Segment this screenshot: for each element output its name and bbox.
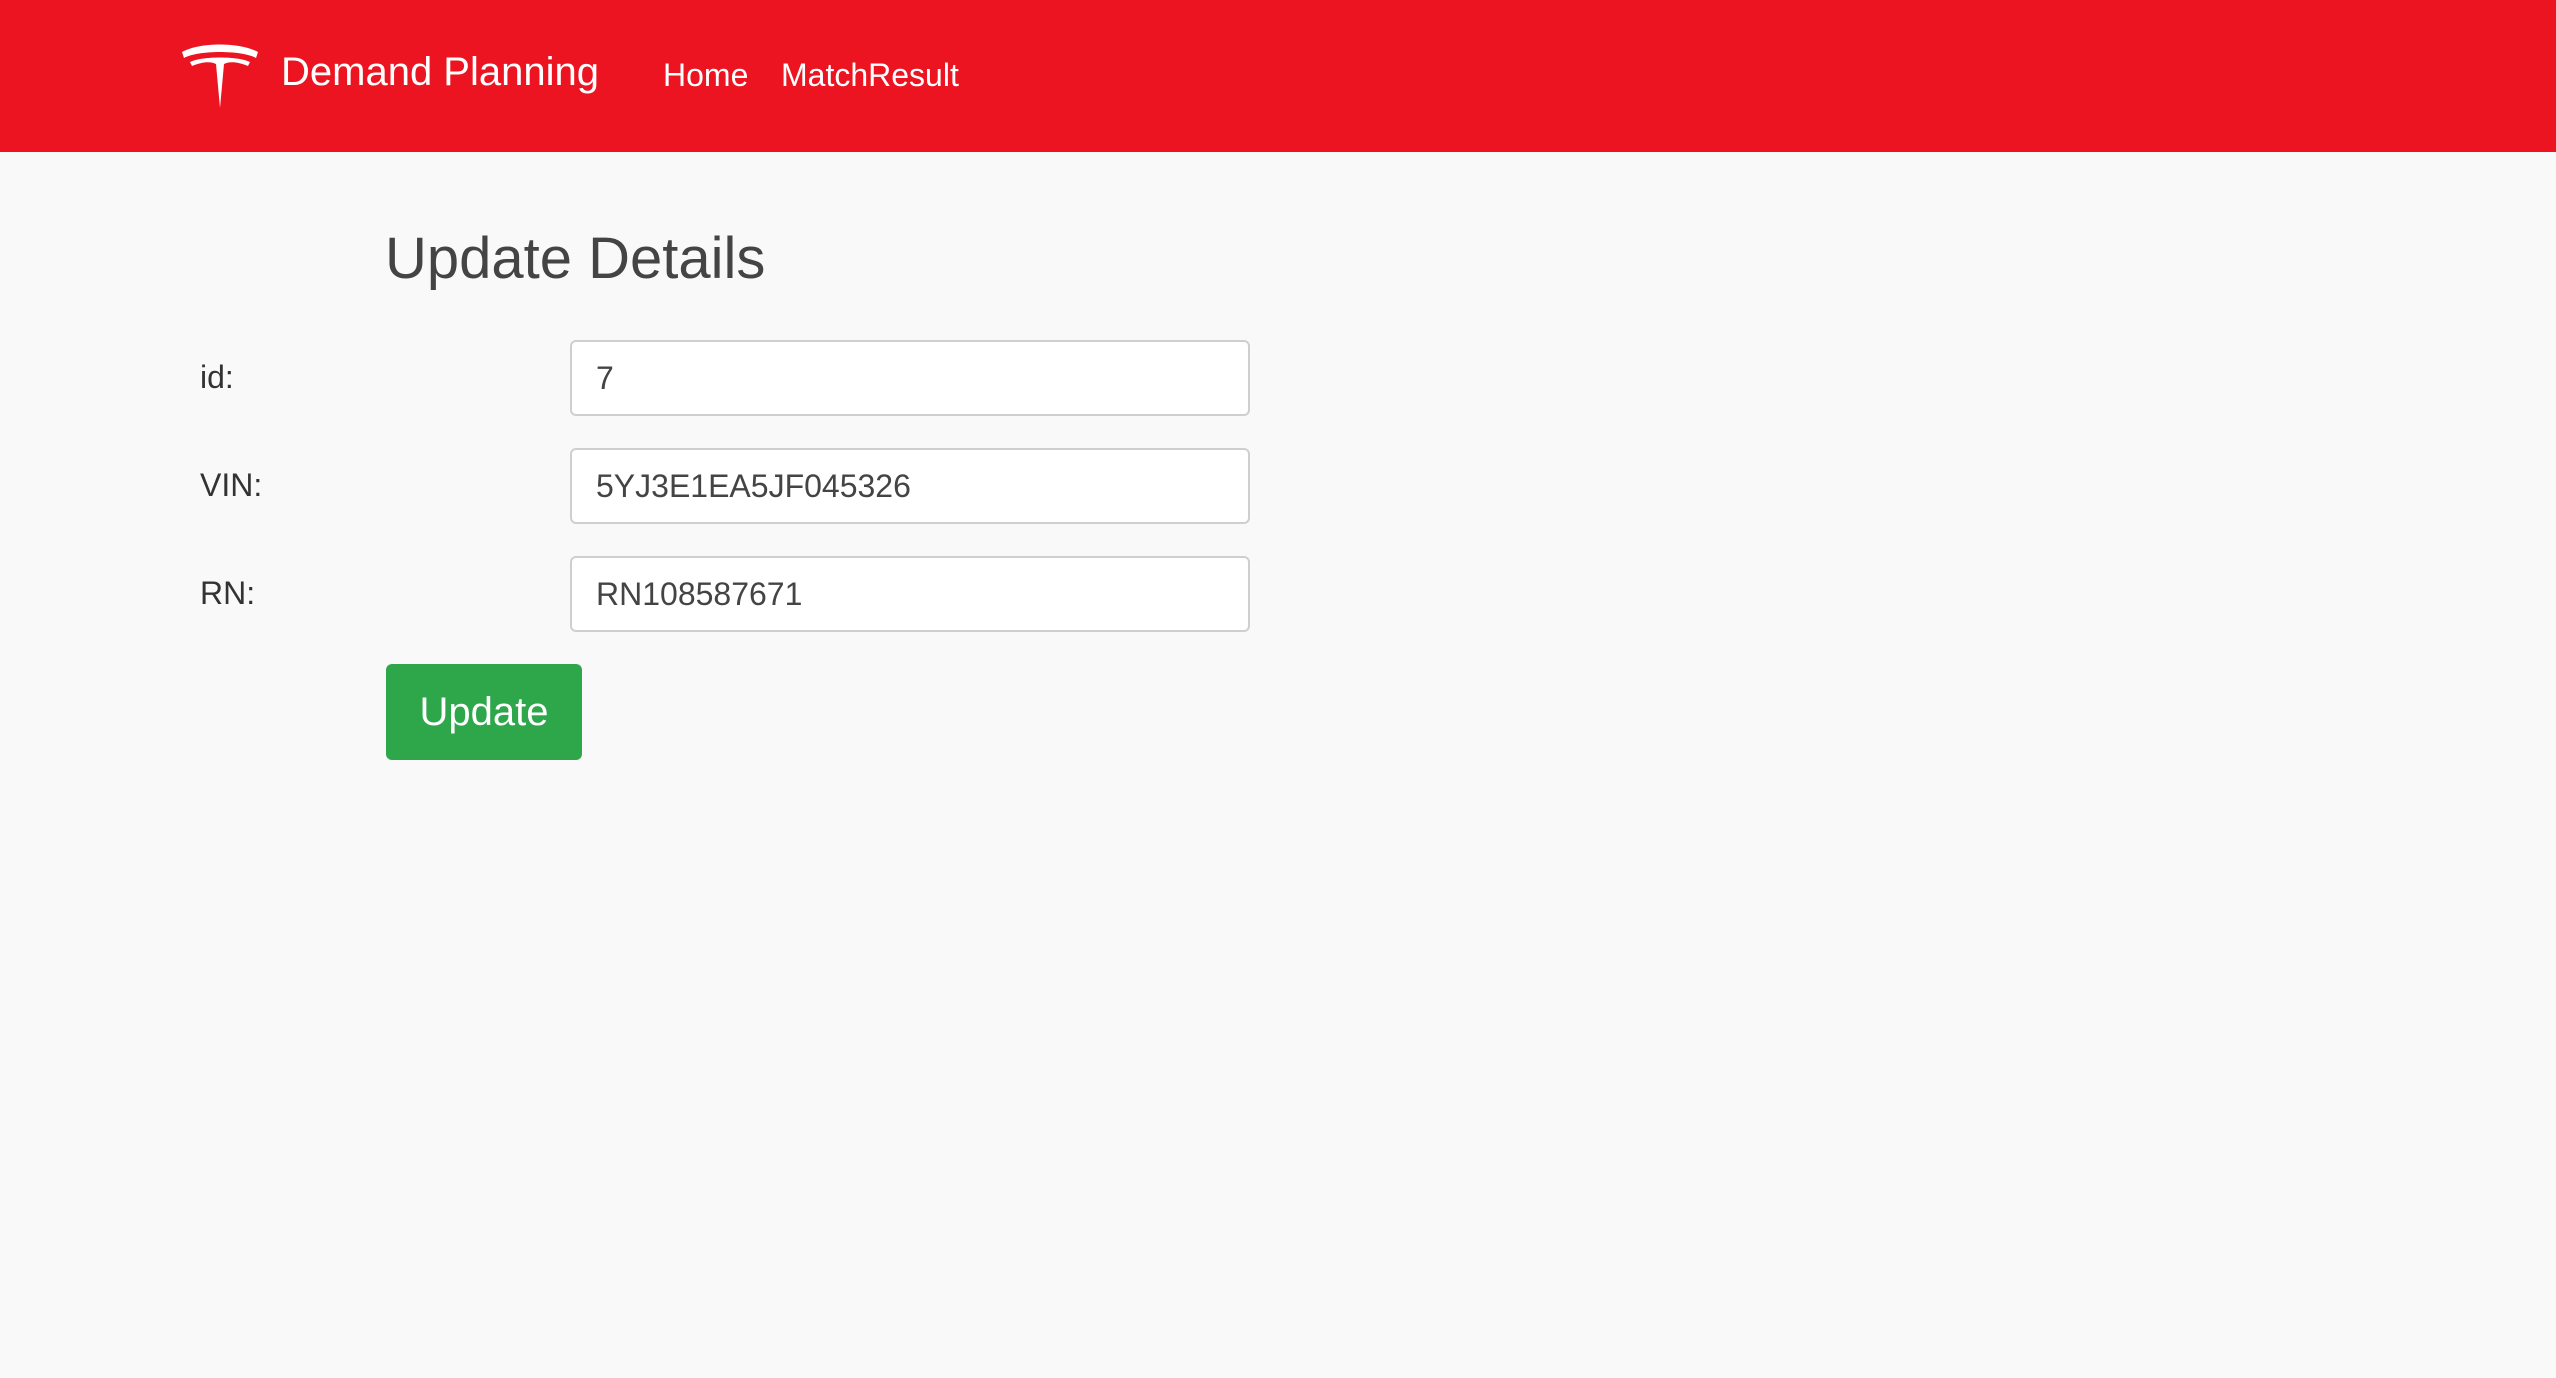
nav-link-matchresult[interactable]: MatchResult bbox=[781, 55, 959, 95]
vin-input[interactable] bbox=[570, 448, 1250, 524]
id-input[interactable] bbox=[570, 340, 1250, 416]
rn-input[interactable] bbox=[570, 556, 1250, 632]
update-button[interactable]: Update bbox=[386, 664, 582, 760]
id-label: id: bbox=[200, 359, 234, 395]
top-navbar: Demand Planning Home MatchResult bbox=[0, 0, 2556, 152]
vin-label: VIN: bbox=[200, 467, 263, 503]
page-title: Update Details bbox=[385, 226, 766, 291]
tesla-t-logo-icon[interactable] bbox=[180, 42, 260, 110]
nav-link-home[interactable]: Home bbox=[663, 55, 748, 95]
brand-title[interactable]: Demand Planning bbox=[281, 48, 599, 96]
rn-label: RN: bbox=[200, 575, 256, 611]
